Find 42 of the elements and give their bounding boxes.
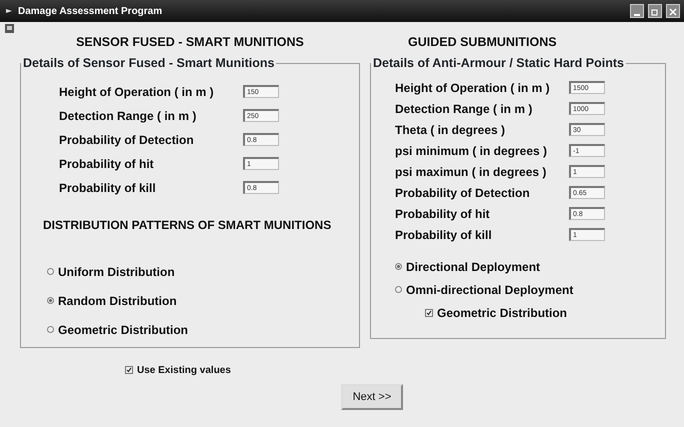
- field-label: Probability of hit: [59, 156, 154, 173]
- app-icon: [4, 6, 14, 16]
- form-icon: [5, 24, 14, 33]
- radio-button[interactable]: [395, 263, 402, 270]
- section-heading: GUIDED SUBMUNITIONS: [408, 35, 557, 49]
- section-heading: SENSOR FUSED - SMART MUNITIONS: [76, 35, 304, 49]
- field-label: Probability of Detection: [59, 132, 194, 149]
- field-label: Probability of hit: [395, 206, 490, 223]
- maximize-button[interactable]: [648, 4, 662, 18]
- field-label: Height of Operation ( in m ): [59, 84, 214, 101]
- radio-button[interactable]: [395, 286, 402, 294]
- field-label: Probability of kill: [395, 226, 492, 244]
- maximize-icon: [651, 8, 659, 16]
- field-label: psi maximun ( in degrees ): [395, 164, 546, 181]
- radio-label[interactable]: Random Distribution: [58, 292, 177, 310]
- close-icon: [669, 8, 677, 16]
- field-label: Probability of kill: [59, 180, 156, 197]
- window-title: Damage Assessment Program: [18, 4, 162, 18]
- field-label: psi minimum ( in degrees ): [395, 142, 548, 160]
- group-title: Details of Anti-Armour / Static Hard Points: [372, 56, 625, 71]
- radio-label[interactable]: Geometric Distribution: [58, 320, 188, 339]
- field-label: Detection Range ( in m ): [395, 100, 532, 118]
- section-heading: DISTRIBUTION PATTERNS OF SMART MUNITIONS: [43, 218, 332, 232]
- field-label: Detection Range ( in m ): [59, 108, 196, 125]
- checkbox-label[interactable]: Geometric Distribution: [437, 304, 568, 322]
- minimize-icon: [634, 14, 640, 16]
- minimize-button[interactable]: [630, 4, 644, 18]
- next-button[interactable]: Next >>: [340, 384, 404, 410]
- radio-button[interactable]: [47, 268, 54, 276]
- field-label: Height of Operation ( in m ): [395, 80, 550, 97]
- radio-label[interactable]: Directional Deployment: [406, 258, 540, 276]
- field-label: Probability of Detection: [395, 184, 530, 202]
- radio-button[interactable]: [47, 297, 54, 304]
- field-label: Theta ( in degrees ): [395, 122, 506, 139]
- checkbox[interactable]: [125, 366, 133, 374]
- radio-label[interactable]: Uniform Distribution: [58, 262, 175, 281]
- checkbox-label[interactable]: Use Existing values: [137, 362, 231, 378]
- checkbox[interactable]: [425, 308, 433, 317]
- radio-label[interactable]: Omni-directional Deployment: [406, 280, 574, 299]
- radio-button[interactable]: [47, 326, 54, 334]
- group-title: Details of Sensor Fused - Smart Munitions: [22, 56, 276, 71]
- close-button[interactable]: [666, 4, 680, 18]
